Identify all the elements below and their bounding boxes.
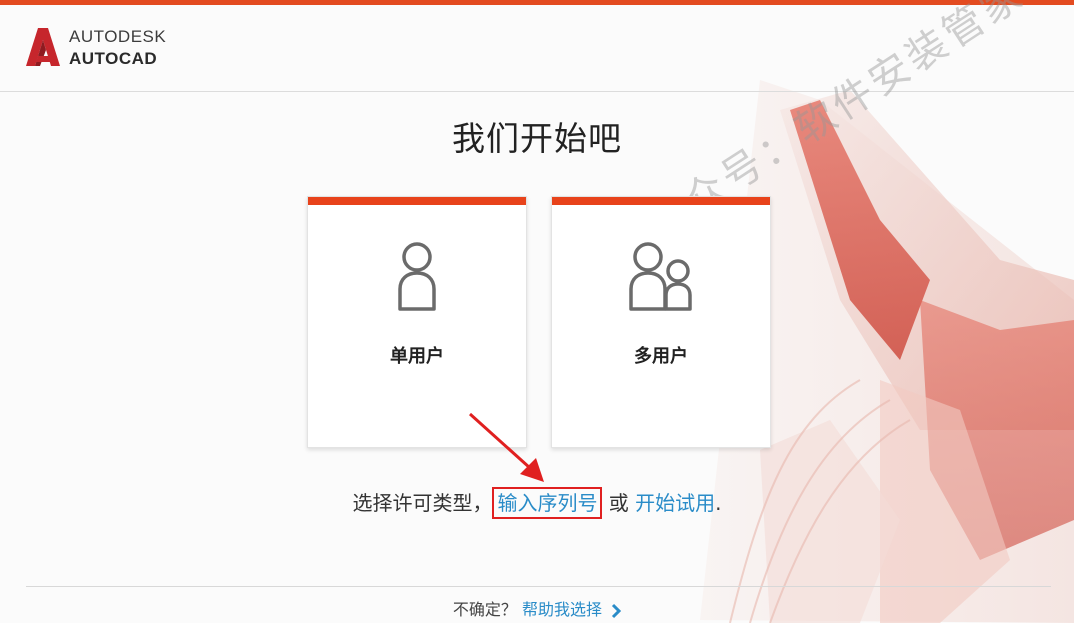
brand-autocad: AUTOCAD	[69, 49, 158, 68]
multi-user-card[interactable]: 多用户	[551, 196, 771, 448]
license-suffix-text: .	[715, 491, 722, 515]
multi-user-icon	[552, 237, 770, 317]
brand-autodesk: AUTODESK	[69, 27, 167, 46]
multi-user-label: 多用户	[634, 346, 688, 367]
page-title: 我们开始吧	[452, 119, 622, 158]
autocad-logo-icon	[26, 28, 60, 66]
unsure-text: 不确定？	[452, 600, 517, 619]
brand-logo-text: AUTODESK AUTOCAD	[69, 26, 166, 70]
help-me-choose-link[interactable]: 帮助我选择	[522, 600, 602, 619]
autocad-license-window: AUTODESK AUTOCAD 微信公众号：软件安装管家 我们开始吧 单用户 …	[0, 0, 1074, 623]
header-divider	[0, 91, 1074, 92]
footer-divider	[26, 586, 1051, 587]
annotation-arrow-icon	[468, 412, 544, 482]
license-prefix-text: 选择许可类型，	[352, 491, 493, 515]
card-accent-bar	[552, 197, 770, 205]
background-artwork	[700, 80, 1074, 623]
card-accent-bar	[308, 197, 526, 205]
single-user-icon	[308, 237, 526, 317]
license-type-prompt: 选择许可类型， 输入序列号 或 开始试用.	[0, 487, 1074, 519]
enter-serial-link[interactable]: 输入序列号	[497, 491, 597, 515]
chevron-right-icon[interactable]	[611, 603, 622, 619]
single-user-label: 单用户	[390, 346, 444, 367]
or-text: 或	[602, 491, 636, 515]
footer: 不确定？ 帮助我选择	[0, 596, 1074, 620]
start-trial-link[interactable]: 开始试用	[635, 491, 715, 515]
serial-highlight-box: 输入序列号	[492, 487, 603, 519]
